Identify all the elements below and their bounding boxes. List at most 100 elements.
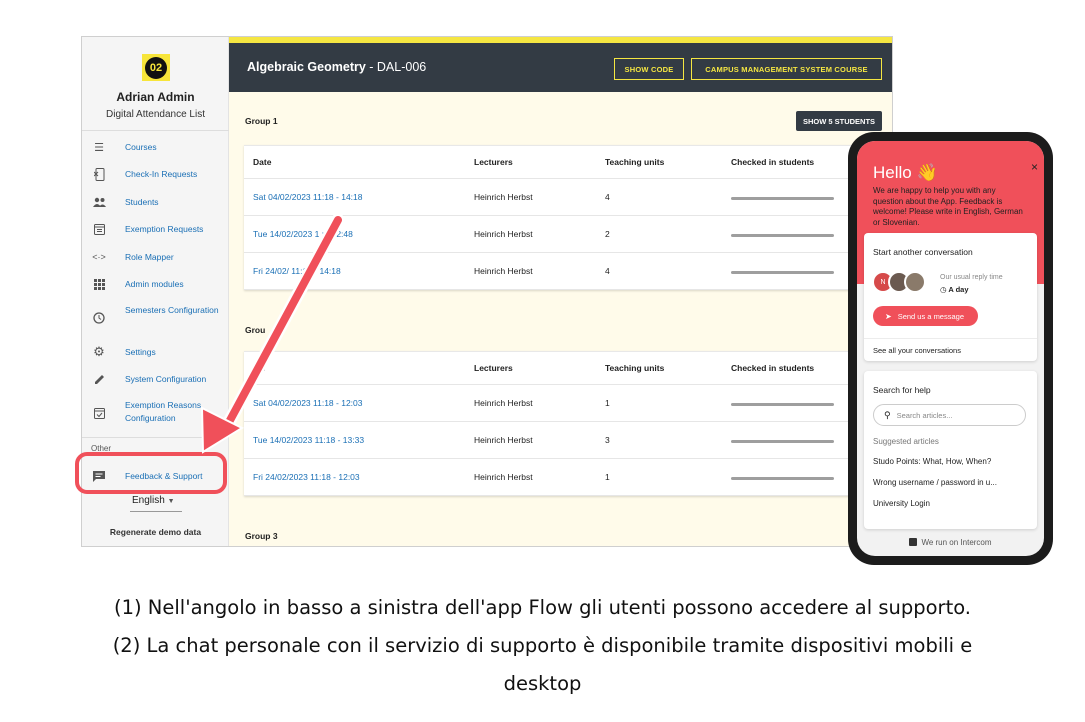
- article-link[interactable]: Studo Points: What, How, When?: [873, 457, 1028, 466]
- regenerate-demo-data-button[interactable]: Regenerate demo data: [82, 527, 229, 537]
- calendar-check-icon: [92, 406, 106, 420]
- sidebar-item-label: Check-In Requests: [125, 168, 198, 179]
- lecturer: Heinrich Herbst: [474, 398, 533, 408]
- calendar-icon: [92, 222, 106, 236]
- progress-bar: [731, 403, 834, 406]
- column-header: Lecturers: [474, 157, 513, 167]
- sidebar-item-check-in-requests[interactable]: Check-In Requests: [82, 167, 229, 181]
- table-row[interactable]: Tue 14/02/2023 11:18 - 13:33 Heinrich He…: [244, 422, 892, 459]
- column-header: Teaching units: [605, 363, 665, 373]
- campus-management-button[interactable]: CAMPUS MANAGEMENT SYSTEM COURSE: [691, 58, 882, 80]
- sidebar-item-students[interactable]: Students: [82, 195, 229, 209]
- chat-greeting: Hello 👋: [873, 163, 938, 182]
- code-arrows-icon: <·>: [92, 252, 106, 262]
- reply-time-text: A day: [948, 285, 969, 294]
- card-title: Start another conversation: [873, 247, 973, 257]
- language-value: English: [132, 495, 165, 506]
- language-select[interactable]: English ▼: [132, 495, 175, 506]
- lecturer: Heinrich Herbst: [474, 435, 533, 445]
- help-card: Search for help ⚲ Search articles... Sugg…: [864, 371, 1037, 529]
- sidebar-item-label: Exemption Requests: [125, 223, 204, 234]
- send-label: Send us a message: [897, 311, 964, 321]
- article-link[interactable]: University Login: [873, 499, 1028, 508]
- conversation-card: Start another conversation N Our usual r…: [864, 233, 1037, 361]
- powered-text: We run on Intercom: [921, 538, 992, 547]
- table-header-row: ate Lecturers Teaching units Checked in …: [244, 352, 892, 385]
- sidebar-item-label: Role Mapper: [125, 251, 174, 262]
- people-icon: [92, 195, 106, 209]
- clock-icon: [92, 311, 106, 325]
- divider: [82, 130, 229, 131]
- column-header: Checked in students: [731, 363, 815, 373]
- divider: [130, 511, 182, 512]
- date-link[interactable]: Sat 04/02/2023 11:18 - 14:18: [253, 192, 363, 202]
- user-name: Adrian Admin: [116, 90, 195, 104]
- avatar-initial: N: [880, 278, 886, 286]
- table-header-row: Date Lecturers Teaching units Checked in…: [244, 146, 892, 179]
- column-header: Lecturers: [474, 363, 513, 373]
- teaching-units: 3: [605, 435, 610, 445]
- lecturer: Heinrich Herbst: [474, 229, 533, 239]
- lecturer: Heinrich Herbst: [474, 266, 533, 276]
- page-title: Algebraic Geometry - DAL-006: [247, 60, 426, 74]
- group-title: Group 1: [245, 116, 278, 126]
- progress-bar: [731, 271, 834, 274]
- sidebar-item-semesters-configuration[interactable]: Semesters Configuration: [82, 305, 229, 325]
- sidebar-item-courses[interactable]: ☰ Courses: [82, 140, 229, 154]
- checkin-icon: [92, 167, 106, 181]
- sidebar-item-label: Students: [125, 196, 159, 207]
- sidebar-item-system-configuration[interactable]: System Configuration: [82, 372, 229, 386]
- card-title: Search for help: [873, 385, 931, 395]
- date-link[interactable]: Tue 14/02/2023 11:18 - 13:33: [253, 435, 364, 445]
- teaching-units: 2: [605, 229, 610, 239]
- phone-screen: Hello 👋 × We are happy to help you with …: [857, 141, 1044, 556]
- sidebar-item-label: Semesters Configuration: [125, 305, 219, 315]
- header-bar: Algebraic Geometry - DAL-006 SHOW CODE C…: [229, 43, 892, 92]
- sidebar-item-label: Settings: [125, 346, 156, 357]
- phone-mockup: Hello 👋 × We are happy to help you with …: [848, 132, 1053, 565]
- lecturer: Heinrich Herbst: [474, 472, 533, 482]
- date-link[interactable]: Sat 04/02/2023 11:18 - 12:03: [253, 398, 363, 408]
- teaching-units: 1: [605, 398, 610, 408]
- table-row[interactable]: Sat 04/02/2023 11:18 - 14:18 Heinrich He…: [244, 179, 892, 216]
- teaching-units: 4: [605, 266, 610, 276]
- see-all-conversations-link[interactable]: See all your conversations: [873, 346, 961, 355]
- table-row[interactable]: Tue 14/02/2023 1 : - 12:48 Heinrich Herb…: [244, 216, 892, 253]
- sidebar-item-exemption-reasons-configuration[interactable]: Exemption Reasons Configuration: [82, 400, 229, 423]
- search-input[interactable]: ⚲ Search articles...: [873, 404, 1026, 426]
- teaching-units: 1: [605, 472, 610, 482]
- article-link[interactable]: Wrong username / password in u...: [873, 478, 1028, 487]
- app-logo[interactable]: 02: [142, 54, 170, 81]
- column-header: Teaching units: [605, 157, 665, 167]
- sidebar-item-label: System Configuration: [125, 373, 207, 384]
- teaching-units: 4: [605, 192, 610, 202]
- progress-bar: [731, 234, 834, 237]
- date-link[interactable]: Fri 24/02/2023 11:18 - 12:03: [253, 472, 360, 482]
- suggested-articles-label: Suggested articles: [873, 437, 939, 446]
- chevron-down-icon: ▼: [167, 498, 175, 505]
- close-icon[interactable]: ×: [1031, 160, 1038, 174]
- lecturer: Heinrich Herbst: [474, 192, 533, 202]
- show-students-button[interactable]: SHOW 5 STUDENTS: [796, 111, 882, 131]
- chat-intro-text: We are happy to help you with any questi…: [873, 186, 1023, 227]
- search-icon: ⚲: [884, 409, 891, 420]
- table-row[interactable]: Sat 04/02/2023 11:18 - 12:03 Heinrich He…: [244, 385, 892, 422]
- date-link[interactable]: Tue 14/02/2023 1 : - 12:48: [253, 229, 353, 239]
- show-code-button[interactable]: SHOW CODE: [614, 58, 684, 80]
- sidebar-item-admin-modules[interactable]: Admin modules: [82, 277, 229, 291]
- powered-by-intercom: We run on Intercom: [857, 538, 1044, 547]
- pencil-icon: [92, 372, 106, 386]
- table-row[interactable]: Fri 24/02/2023 11:18 - 12:03 Heinrich He…: [244, 459, 892, 496]
- progress-bar: [731, 477, 834, 480]
- clock-icon: ◷: [940, 285, 947, 294]
- sidebar-item-settings[interactable]: ⚙ Settings: [82, 344, 229, 359]
- table-row[interactable]: Fri 24/02/ 11:18 - 14:18 Heinrich Herbst…: [244, 253, 892, 290]
- send-message-button[interactable]: ➤ Send us a message: [873, 306, 978, 326]
- sidebar-item-role-mapper[interactable]: <·> Role Mapper: [82, 250, 229, 264]
- date-link[interactable]: Fri 24/02/ 11:18 - 14:18: [253, 266, 341, 276]
- divider: [82, 437, 229, 438]
- sidebar-item-exemption-requests[interactable]: Exemption Requests: [82, 222, 229, 236]
- divider: [864, 338, 1037, 339]
- course-code: - DAL-006: [365, 60, 427, 74]
- column-header: Date: [253, 157, 272, 167]
